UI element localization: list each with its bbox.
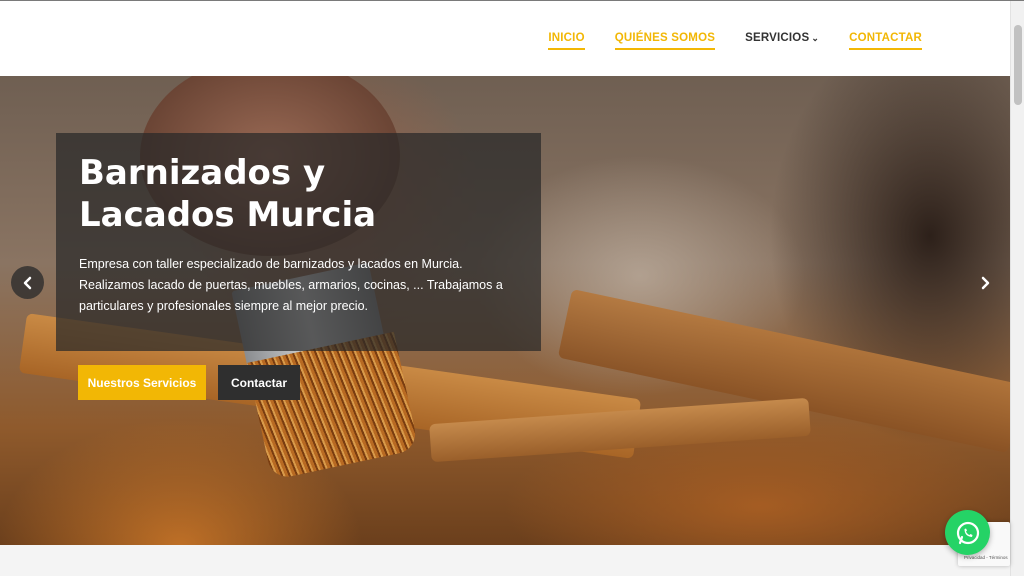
page-scrollbar[interactable] (1010, 1, 1024, 576)
nav-item-inicio[interactable]: INICIO (548, 32, 585, 50)
main-nav: INICIO QUIÉNES SOMOS SERVICIOS ⌄ CONTACTA… (548, 32, 922, 50)
chevron-down-icon: ⌄ (811, 33, 820, 43)
slider-prev-button[interactable] (11, 266, 44, 299)
contactar-button[interactable]: Contactar (218, 365, 300, 400)
site-header: INICIO QUIÉNES SOMOS SERVICIOS ⌄ CONTACTA… (0, 1, 1010, 76)
nav-item-servicios[interactable]: SERVICIOS ⌄ (745, 32, 819, 50)
slider-next-button[interactable] (968, 266, 1001, 299)
nav-item-quienes-somos[interactable]: QUIÉNES SOMOS (614, 32, 716, 50)
chevron-right-icon (981, 276, 989, 289)
hero-title-line2: Lacados Murcia (79, 195, 377, 235)
hero-title: Barnizados y Lacados Murcia (79, 152, 499, 236)
whatsapp-icon (956, 521, 979, 544)
nuestros-servicios-button[interactable]: Nuestros Servicios (78, 365, 206, 400)
nav-item-contactar[interactable]: CONTACTAR (849, 32, 922, 50)
nav-item-servicios-label: SERVICIOS (745, 32, 810, 44)
scrollbar-thumb[interactable] (1014, 25, 1022, 105)
chevron-left-icon (23, 276, 31, 289)
hero-title-line1: Barnizados y (79, 153, 326, 193)
hero-slider: Barnizados y Lacados Murcia Empresa con … (0, 76, 1010, 545)
hero-description: Empresa con taller especializado de barn… (79, 257, 503, 313)
whatsapp-button[interactable] (945, 510, 990, 555)
next-section (0, 545, 1010, 576)
recaptcha-links[interactable]: Privacidad - Términos (964, 555, 1008, 560)
